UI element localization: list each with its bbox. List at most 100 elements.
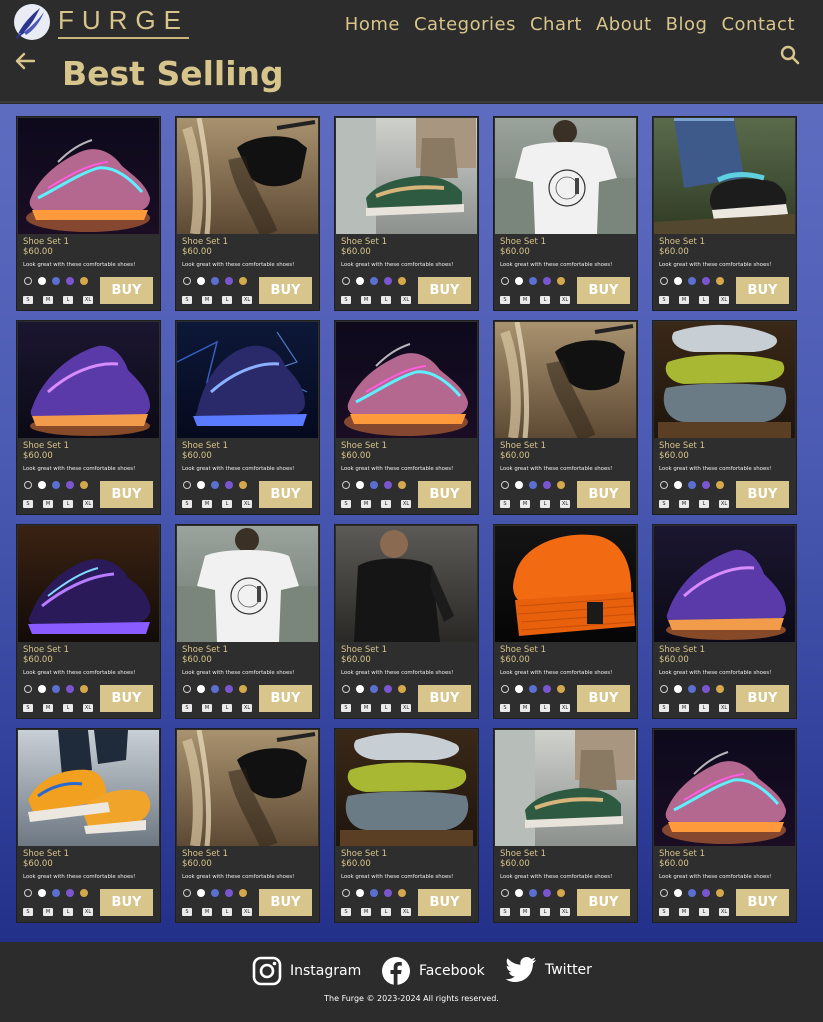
logo-wordmark[interactable]: FURGE [58,5,189,39]
color-swatch[interactable] [80,889,88,897]
buy-button[interactable]: BUY [577,685,630,712]
product-card[interactable]: Shoe Set 1 $60.00 Look great with these co… [494,321,637,514]
color-swatch[interactable] [543,481,551,489]
size-option[interactable]: XL [719,908,729,916]
product-image[interactable] [495,118,636,234]
color-swatch[interactable] [80,685,88,693]
color-swatch[interactable] [211,277,219,285]
size-option[interactable]: S [659,704,669,712]
size-option[interactable]: M [43,908,53,916]
color-swatch[interactable] [398,889,406,897]
color-swatch[interactable] [66,481,74,489]
color-swatch[interactable] [515,685,523,693]
size-option[interactable]: S [182,908,192,916]
size-option[interactable]: S [182,704,192,712]
size-option[interactable]: M [679,296,689,304]
product-image[interactable] [336,322,477,438]
product-card[interactable]: Shoe Set 1 $60.00 Look great with these co… [653,117,796,310]
color-swatch[interactable] [660,481,668,489]
product-card[interactable]: Shoe Set 1 $60.00 Look great with these co… [17,117,160,310]
size-option[interactable]: L [222,908,232,916]
color-swatch[interactable] [211,481,219,489]
color-swatch[interactable] [543,277,551,285]
product-image[interactable] [18,730,159,846]
buy-button[interactable]: BUY [259,277,312,304]
size-option[interactable]: XL [719,296,729,304]
color-swatch[interactable] [674,889,682,897]
color-swatch[interactable] [398,685,406,693]
product-card[interactable]: Shoe Set 1 $60.00 Look great with these co… [176,525,319,718]
buy-button[interactable]: BUY [577,889,630,916]
color-swatch[interactable] [52,685,60,693]
product-card[interactable]: Shoe Set 1 $60.00 Look great with these co… [17,525,160,718]
size-option[interactable]: XL [401,908,411,916]
color-swatch[interactable] [24,889,32,897]
size-option[interactable]: M [202,908,212,916]
size-option[interactable]: XL [83,296,93,304]
product-card[interactable]: Shoe Set 1 $60.00 Look great with these co… [653,525,796,718]
product-card[interactable]: Shoe Set 1 $60.00 Look great with these co… [335,729,478,922]
color-swatch[interactable] [197,277,205,285]
back-arrow-icon[interactable] [12,48,38,74]
size-option[interactable]: S [500,908,510,916]
size-option[interactable]: XL [401,500,411,508]
color-swatch[interactable] [529,277,537,285]
color-swatch[interactable] [80,481,88,489]
color-swatch[interactable] [225,889,233,897]
color-swatch[interactable] [529,685,537,693]
size-option[interactable]: XL [242,296,252,304]
color-swatch[interactable] [398,481,406,489]
size-option[interactable]: XL [242,704,252,712]
product-image[interactable] [495,526,636,642]
product-card[interactable]: Shoe Set 1 $60.00 Look great with these co… [653,321,796,514]
color-swatch[interactable] [716,481,724,489]
color-swatch[interactable] [356,889,364,897]
product-image[interactable] [654,322,795,438]
buy-button[interactable]: BUY [100,685,153,712]
size-option[interactable]: S [23,296,33,304]
color-swatch[interactable] [515,889,523,897]
size-option[interactable]: M [202,500,212,508]
product-image[interactable] [654,730,795,846]
color-swatch[interactable] [197,685,205,693]
size-option[interactable]: S [659,908,669,916]
product-image[interactable] [18,322,159,438]
color-swatch[interactable] [501,277,509,285]
size-option[interactable]: S [500,296,510,304]
color-swatch[interactable] [384,889,392,897]
nav-chart[interactable]: Chart [530,14,582,35]
size-option[interactable]: L [381,908,391,916]
size-option[interactable]: XL [401,704,411,712]
product-image[interactable] [654,526,795,642]
color-swatch[interactable] [384,685,392,693]
color-swatch[interactable] [716,277,724,285]
size-option[interactable]: M [520,500,530,508]
size-option[interactable]: S [500,704,510,712]
product-card[interactable]: Shoe Set 1 $60.00 Look great with these co… [653,729,796,922]
size-option[interactable]: L [63,704,73,712]
size-option[interactable]: XL [719,500,729,508]
color-swatch[interactable] [66,889,74,897]
buy-button[interactable]: BUY [736,481,789,508]
size-option[interactable]: XL [83,500,93,508]
color-swatch[interactable] [370,481,378,489]
color-swatch[interactable] [52,481,60,489]
size-option[interactable]: M [361,500,371,508]
buy-button[interactable]: BUY [736,685,789,712]
color-swatch[interactable] [239,685,247,693]
color-swatch[interactable] [398,277,406,285]
product-image[interactable] [495,730,636,846]
product-card[interactable]: Shoe Set 1 $60.00 Look great with these co… [494,117,637,310]
color-swatch[interactable] [543,685,551,693]
color-swatch[interactable] [356,481,364,489]
product-card[interactable]: Shoe Set 1 $60.00 Look great with these co… [176,321,319,514]
color-swatch[interactable] [225,685,233,693]
color-swatch[interactable] [688,481,696,489]
size-option[interactable]: L [699,704,709,712]
buy-button[interactable]: BUY [418,277,471,304]
buy-button[interactable]: BUY [736,277,789,304]
color-swatch[interactable] [688,685,696,693]
color-swatch[interactable] [52,277,60,285]
color-swatch[interactable] [716,889,724,897]
buy-button[interactable]: BUY [259,685,312,712]
